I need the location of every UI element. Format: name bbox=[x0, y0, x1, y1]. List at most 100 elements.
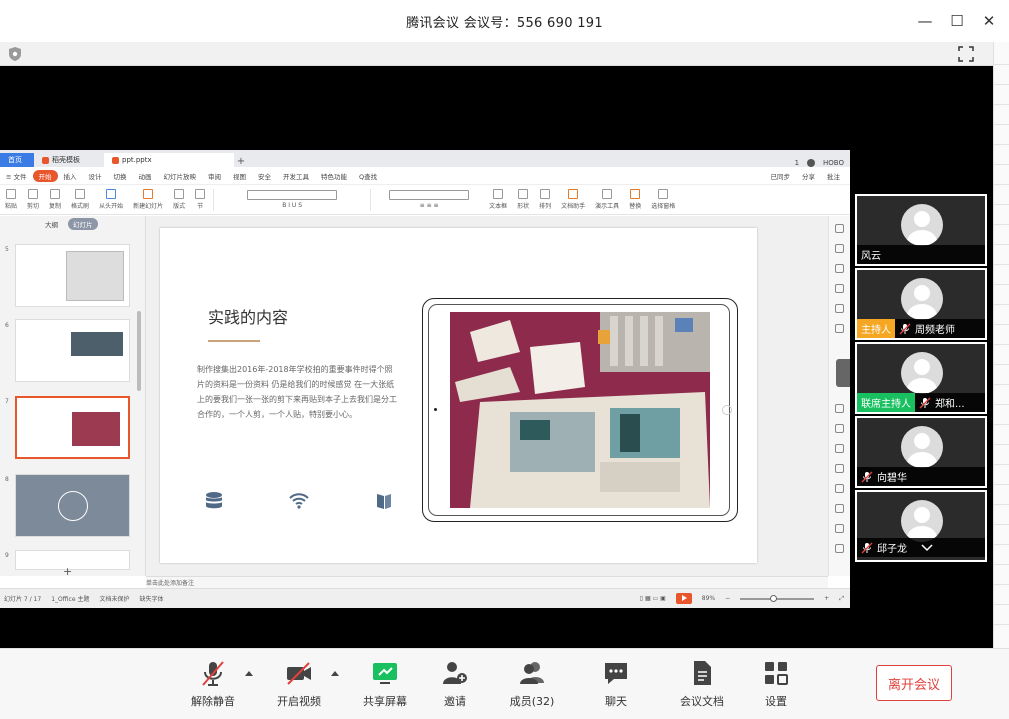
sound-rail-icon[interactable] bbox=[835, 484, 844, 493]
menu-transition[interactable]: 切换 bbox=[108, 171, 133, 181]
share-screen-button[interactable]: 共享屏幕 bbox=[350, 659, 420, 709]
layers-rail-icon[interactable] bbox=[835, 264, 844, 273]
participant-tile[interactable]: 主持人 周频老师 bbox=[855, 268, 987, 340]
unmute-button[interactable]: 解除静音 bbox=[178, 659, 248, 709]
menu-view[interactable]: 视图 bbox=[227, 171, 252, 181]
menu-design[interactable]: 设计 bbox=[83, 171, 108, 181]
shield-icon[interactable] bbox=[8, 46, 22, 62]
menu-file[interactable]: ≡ 文件 bbox=[0, 171, 33, 181]
fullscreen-icon[interactable] bbox=[957, 45, 975, 63]
ribbon-font-controls[interactable]: B I U S bbox=[217, 190, 367, 209]
rail-expand-tab[interactable] bbox=[836, 359, 850, 387]
account-name[interactable]: HOBO bbox=[823, 159, 844, 167]
video-options-caret[interactable] bbox=[331, 671, 339, 676]
add-slide-button[interactable]: + bbox=[63, 565, 72, 578]
avatar[interactable] bbox=[807, 159, 816, 167]
status-proofing[interactable]: 文档未保护 bbox=[99, 594, 129, 603]
gear-rail-icon[interactable] bbox=[835, 504, 844, 513]
meeting-docs-button[interactable]: 会议文档 bbox=[667, 659, 737, 709]
members-button[interactable]: 成员(32) bbox=[497, 659, 567, 709]
audio-options-caret[interactable] bbox=[245, 671, 253, 676]
zoom-in-icon[interactable]: + bbox=[824, 595, 829, 602]
ribbon-replace[interactable]: 替换 bbox=[624, 189, 646, 210]
ribbon-play-from-start[interactable]: 从头开始 bbox=[94, 189, 128, 210]
participant-tile[interactable]: 联席主持人 郑和... bbox=[855, 342, 987, 414]
ribbon-section[interactable]: 节 bbox=[190, 189, 210, 210]
menu-security[interactable]: 安全 bbox=[252, 171, 277, 181]
leave-meeting-button[interactable]: 离开会议 bbox=[876, 665, 952, 701]
slide-thumbnail-selected[interactable] bbox=[15, 396, 130, 459]
avatar bbox=[901, 278, 943, 320]
menu-slideshow[interactable]: 幻灯片放映 bbox=[158, 171, 203, 181]
view-mode-icons[interactable]: ▯ ▦ ▭ ▣ bbox=[640, 595, 666, 602]
list-rail-icon[interactable] bbox=[835, 444, 844, 453]
menu-synced[interactable]: 已同步 bbox=[765, 171, 797, 181]
ribbon-copy[interactable]: 复制 bbox=[44, 189, 66, 210]
minimize-button[interactable]: — bbox=[911, 8, 939, 34]
ribbon-format-painter[interactable]: 格式刷 bbox=[66, 189, 94, 210]
ribbon-present-tools[interactable]: 演示工具 bbox=[590, 189, 624, 210]
history-rail-icon[interactable] bbox=[835, 524, 844, 533]
tab-template[interactable]: 稻壳模板 bbox=[34, 153, 104, 167]
location-rail-icon[interactable] bbox=[835, 304, 844, 313]
zoom-slider[interactable] bbox=[740, 594, 815, 602]
ribbon-paste[interactable]: 粘贴 bbox=[0, 189, 22, 210]
chat-button[interactable]: 聊天 bbox=[581, 659, 651, 709]
invite-button[interactable]: 邀请 bbox=[420, 659, 490, 709]
ribbon-cut[interactable]: 剪切 bbox=[22, 189, 44, 210]
menu-search[interactable]: Q查找 bbox=[353, 171, 383, 181]
shape-rail-icon[interactable] bbox=[835, 284, 844, 293]
play-slideshow-button[interactable] bbox=[675, 593, 692, 604]
menu-start[interactable]: 开始 bbox=[32, 169, 58, 182]
chevron-down-icon[interactable] bbox=[921, 543, 933, 552]
tab-slides[interactable]: 幻灯片 bbox=[68, 218, 98, 230]
star-rail-icon[interactable] bbox=[835, 244, 844, 253]
ribbon-layout[interactable]: 版式 bbox=[168, 189, 190, 210]
image-rail-icon[interactable] bbox=[835, 404, 844, 413]
menu-features[interactable]: 特色功能 bbox=[315, 171, 353, 181]
settings-button[interactable]: 设置 bbox=[741, 659, 811, 709]
ribbon-selection-pane[interactable]: 选择窗格 bbox=[646, 189, 680, 210]
ribbon-paragraph[interactable]: ≡ ≡ ≡ bbox=[374, 190, 484, 209]
picture-rail-icon[interactable] bbox=[835, 464, 844, 473]
participant-tile[interactable]: 向碧华 bbox=[855, 416, 987, 488]
slide-thumbnail[interactable] bbox=[15, 244, 130, 307]
tab-ppt-file[interactable]: ppt.pptx bbox=[104, 153, 234, 167]
notification-badge[interactable]: 1 bbox=[795, 159, 799, 167]
ribbon-doc-assistant[interactable]: 文档助手 bbox=[556, 189, 590, 210]
ribbon-shape[interactable]: 形状 bbox=[512, 189, 534, 210]
zoom-out-icon[interactable]: − bbox=[725, 595, 730, 602]
participant-name: 向碧华 bbox=[877, 473, 907, 484]
ribbon-arrange[interactable]: 排列 bbox=[534, 189, 556, 210]
menu-comment[interactable]: 批注 bbox=[821, 171, 846, 181]
slide-thumbnail[interactable] bbox=[15, 550, 130, 570]
ribbon-new-slide[interactable]: 新建幻灯片 bbox=[128, 189, 168, 210]
tab-outline[interactable]: 大纲 bbox=[45, 219, 58, 229]
panel-scrollbar[interactable] bbox=[137, 311, 141, 391]
participant-tile[interactable]: 风云 bbox=[855, 194, 987, 266]
menu-review[interactable]: 审阅 bbox=[202, 171, 227, 181]
notes-bar[interactable]: 单击此处添加备注 bbox=[146, 576, 828, 588]
menu-devtools[interactable]: 开发工具 bbox=[277, 171, 315, 181]
fit-window-icon[interactable]: ⤢ bbox=[839, 595, 850, 603]
help-rail-icon[interactable] bbox=[835, 544, 844, 553]
export-rail-icon[interactable] bbox=[835, 424, 844, 433]
participant-tile[interactable]: 邱子龙 bbox=[855, 490, 987, 562]
status-font[interactable]: 缺失字体 bbox=[139, 594, 163, 603]
present-icon bbox=[602, 189, 613, 199]
tab-home[interactable]: 首页 bbox=[0, 153, 34, 167]
settings-rail-icon[interactable] bbox=[835, 224, 844, 233]
zoom-slider-knob[interactable] bbox=[770, 594, 778, 602]
slide-thumbnail[interactable] bbox=[15, 474, 130, 537]
new-tab-button[interactable]: + bbox=[234, 156, 248, 167]
menu-insert[interactable]: 插入 bbox=[58, 171, 83, 181]
slide-canvas[interactable]: 实践的内容 制作搜集出2016年-2018年学校拍的重要事件时得个照片的资料是一… bbox=[160, 228, 757, 563]
lock-rail-icon[interactable] bbox=[835, 324, 844, 333]
start-video-button[interactable]: 开启视频 bbox=[264, 659, 334, 709]
ribbon-textbox[interactable]: 文本框 bbox=[484, 189, 512, 210]
slide-thumbnail[interactable] bbox=[15, 319, 130, 382]
menu-animation[interactable]: 动画 bbox=[133, 171, 158, 181]
menu-share[interactable]: 分享 bbox=[796, 171, 821, 181]
maximize-button[interactable]: ☐ bbox=[943, 8, 971, 34]
close-button[interactable]: ✕ bbox=[975, 8, 1003, 34]
